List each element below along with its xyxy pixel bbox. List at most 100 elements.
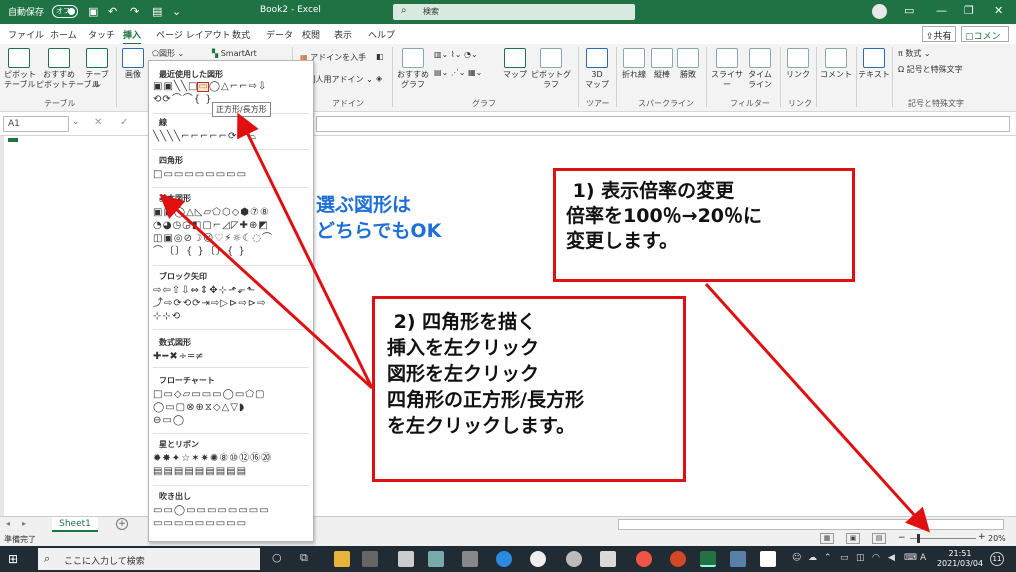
- basic-shapes-row2[interactable]: ◔◕◷◶◧▢⌐◿◸✚⊕◩: [153, 220, 269, 232]
- stars-row1[interactable]: ✹✸✦☆✶✷✺⑧⑩⑫⑯⑳: [153, 453, 272, 465]
- network-icon[interactable]: ◫: [856, 553, 865, 563]
- cortana-icon[interactable]: ○: [272, 551, 282, 564]
- active-cell[interactable]: [8, 138, 18, 142]
- formula-input[interactable]: [316, 116, 1010, 132]
- tab-page-layout[interactable]: ページ レイアウト: [156, 28, 231, 41]
- powerpoint-icon[interactable]: [670, 551, 686, 567]
- tab-help[interactable]: ヘルプ: [368, 28, 395, 41]
- ime-icon[interactable]: A: [920, 553, 926, 563]
- chart-type-icons[interactable]: ▥⌄ ⌇⌄ ◔⌄: [434, 50, 478, 59]
- customize-qat-icon[interactable]: ⌄: [172, 5, 181, 18]
- map-chart-button[interactable]: マップ: [500, 48, 530, 80]
- tab-touch[interactable]: タッチ: [88, 28, 115, 41]
- onedrive-icon[interactable]: ☁: [808, 553, 817, 563]
- quick-access-icon[interactable]: ▤: [152, 5, 162, 18]
- table-button[interactable]: テーブル: [82, 48, 112, 90]
- equation-button[interactable]: π 数式 ⌄: [898, 48, 931, 59]
- recommended-pivot-button[interactable]: おすすめ ピボットテーブル: [36, 48, 100, 90]
- recommended-charts-button[interactable]: おすすめ グラフ: [396, 48, 430, 90]
- undo-icon[interactable]: ↶: [108, 5, 117, 18]
- zoom-out-icon[interactable]: −: [898, 533, 906, 543]
- save-icon[interactable]: ▣: [88, 5, 98, 18]
- basic-shapes-row4[interactable]: ⌒〔〕{ }〔〕{ }: [153, 246, 246, 258]
- chrome-alt-icon[interactable]: [636, 551, 652, 567]
- wifi-icon[interactable]: ◠: [872, 553, 880, 563]
- basic-shapes-row3[interactable]: ◫▣◎⊘☽☺♡⚡☼☾◌⌒: [153, 233, 273, 245]
- confirm-entry-icon[interactable]: ✓: [120, 117, 128, 128]
- tab-file[interactable]: ファイル: [8, 28, 44, 41]
- visio-icon[interactable]: ◧: [376, 52, 384, 61]
- zoom-slider-thumb[interactable]: [917, 534, 920, 543]
- page-break-view-icon[interactable]: ▤: [872, 533, 886, 544]
- basic-shapes-row1[interactable]: ▣▣◯△◺▱⬠⬡◇⬢⑦⑧: [153, 207, 270, 219]
- rectangle-shape-highlight[interactable]: [197, 82, 209, 92]
- notification-center-icon[interactable]: 11: [990, 552, 1004, 566]
- block-arrows-row1[interactable]: ⇨⇦⇧⇩⇔⇕✥⊹⬏⬐⬑: [153, 285, 256, 297]
- app-icon[interactable]: [600, 551, 616, 567]
- page-layout-view-icon[interactable]: ▣: [846, 533, 860, 544]
- flowchart-row1[interactable]: □▭◇▱▭▭▭◯▭⬠▢: [153, 389, 265, 401]
- sheet-tab-sheet1[interactable]: Sheet1: [52, 517, 98, 532]
- block-arrows-row2[interactable]: ⤴⇨⟳⟲⟳⇥⇨▷⊳⇨⊳⇨: [153, 298, 266, 310]
- close-icon[interactable]: ✕: [994, 4, 1003, 17]
- callouts-row1[interactable]: ▭▭◯▭▭▭▭▭▭▭▭: [153, 505, 270, 517]
- app-icon[interactable]: [462, 551, 478, 567]
- normal-view-icon[interactable]: ▦: [820, 533, 834, 544]
- recent-shapes-row[interactable]: ▣▣╲╲□▭◯△⌐⌐⇨⇩: [153, 81, 267, 93]
- rectangles-row[interactable]: □▭▭▭▭▭▭▭▭: [153, 169, 247, 181]
- tab-home[interactable]: ホーム: [50, 28, 77, 41]
- store-app-icon[interactable]: [362, 551, 378, 567]
- chart-type-icons-row2[interactable]: ▤⌄ ⋰⌄ ▦⌄: [434, 68, 482, 77]
- link-button[interactable]: リンク: [784, 48, 812, 80]
- next-sheet-icon[interactable]: ▸: [22, 519, 26, 528]
- task-view-icon[interactable]: ⧉: [300, 551, 308, 565]
- keyboard-icon[interactable]: ⌨: [904, 553, 917, 563]
- name-box-dropdown-icon[interactable]: ⌄: [72, 117, 80, 127]
- pivot-chart-button[interactable]: ピボットグラフ: [528, 48, 574, 90]
- people-icon[interactable]: ☺: [792, 553, 801, 563]
- volume-icon[interactable]: ◀: [888, 553, 895, 563]
- comments-button[interactable]: ▢コメント: [961, 26, 1009, 55]
- smartart-button[interactable]: ▚ SmartArt: [212, 49, 257, 58]
- callouts-row2[interactable]: ▭▭▭▭▭▭▭▭▭: [153, 518, 247, 530]
- paint-app-icon[interactable]: [428, 551, 444, 567]
- edge-icon[interactable]: [496, 551, 512, 567]
- minimize-icon[interactable]: —: [936, 4, 947, 17]
- zoom-level[interactable]: 20%: [988, 534, 1006, 543]
- flowchart-row2[interactable]: ◯▭▢⊗⊕⧖◇△▽◗: [153, 402, 245, 414]
- excel-taskbar-icon[interactable]: [700, 551, 716, 567]
- lines-row[interactable]: ╲╲╲╲⌐⌐⌐⌐⌐⟳⌒⌓: [153, 131, 257, 143]
- share-button[interactable]: ⇪共有: [922, 26, 956, 42]
- tab-review[interactable]: 校閲: [302, 28, 320, 41]
- camera-icon[interactable]: [730, 551, 746, 567]
- redo-icon[interactable]: ↷: [130, 5, 139, 18]
- autosave-toggle[interactable]: オフ: [52, 5, 78, 18]
- symbol-button[interactable]: Ω 記号と特殊文字: [898, 64, 963, 75]
- mail-app-icon[interactable]: [398, 551, 414, 567]
- sparkline-column-button[interactable]: 縦棒: [650, 48, 674, 80]
- tab-view[interactable]: 表示: [334, 28, 352, 41]
- image-button[interactable]: 画像: [120, 48, 146, 80]
- windows-start-icon[interactable]: ⊞: [8, 552, 22, 566]
- sparkline-line-button[interactable]: 折れ線: [620, 48, 648, 80]
- app-icon[interactable]: [566, 551, 582, 567]
- recent-shapes-row2[interactable]: ⟲⟳⌒⌒{ }: [153, 94, 213, 106]
- cancel-entry-icon[interactable]: ✕: [94, 117, 102, 128]
- user-avatar[interactable]: [872, 4, 887, 19]
- ribbon-display-icon[interactable]: ▭: [904, 4, 914, 17]
- 3d-map-button[interactable]: 3D マップ: [582, 48, 612, 90]
- tray-chevron-icon[interactable]: ⌃: [824, 553, 832, 563]
- pivot-table-button[interactable]: ピボット テーブル: [4, 48, 36, 90]
- equation-shapes-row[interactable]: ✚━✖÷═≠: [153, 351, 205, 363]
- slicer-button[interactable]: スライサー: [710, 48, 744, 90]
- bing-maps-icon[interactable]: ◈: [376, 74, 382, 83]
- prev-sheet-icon[interactable]: ◂: [6, 519, 10, 528]
- comment-insert-button[interactable]: コメント: [820, 48, 852, 80]
- name-box[interactable]: A1: [3, 116, 69, 132]
- title-search-box[interactable]: ⌕ 検索: [393, 4, 635, 20]
- taskbar-clock[interactable]: 21:51 2021/03/04: [934, 549, 986, 569]
- horizontal-scrollbar[interactable]: [618, 519, 1004, 530]
- add-sheet-icon[interactable]: +: [116, 518, 128, 530]
- tab-insert[interactable]: 挿入: [123, 28, 142, 45]
- timeline-button[interactable]: タイム ライン: [746, 48, 774, 90]
